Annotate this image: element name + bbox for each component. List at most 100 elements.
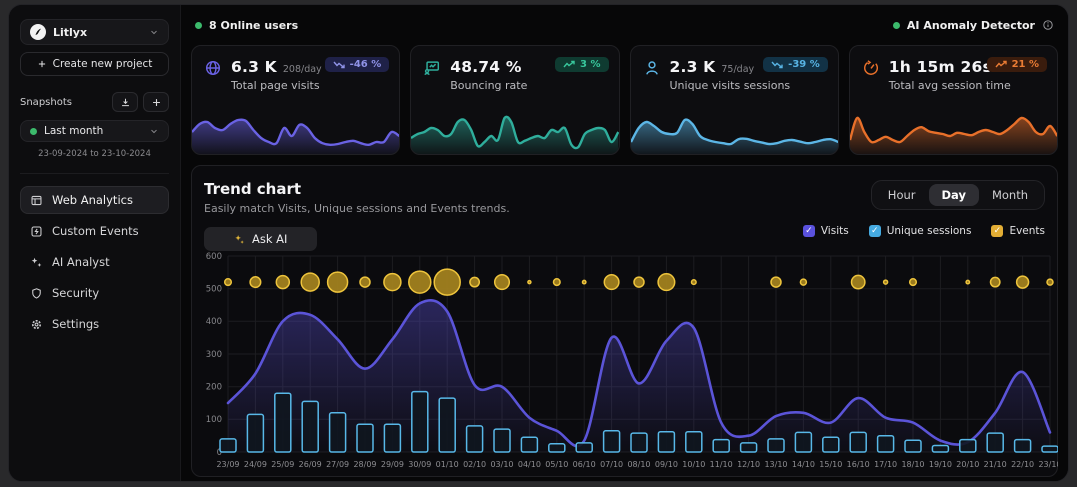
trend-down-icon [771, 60, 783, 69]
svg-text:23/09: 23/09 [216, 460, 239, 469]
stat-value: 6.3 K [231, 58, 277, 76]
svg-text:01/10: 01/10 [436, 460, 459, 469]
sidebar-item-label: Security [52, 286, 99, 300]
range-hour-button[interactable]: Hour [875, 184, 929, 206]
svg-text:05/10: 05/10 [545, 460, 568, 469]
trend-badge: -39 % [763, 57, 828, 72]
trend-up-icon [563, 60, 575, 69]
svg-text:19/10: 19/10 [929, 460, 952, 469]
legend-label: Unique sessions [887, 225, 972, 237]
svg-text:26/09: 26/09 [299, 460, 322, 469]
chart-legend: ✓ Visits ✓ Unique sessions ✓ Events [803, 225, 1045, 237]
checkbox-checked-icon[interactable]: ✓ [803, 225, 815, 237]
app-window: Litlyx Create new project Snapshots Last… [8, 4, 1069, 482]
info-icon[interactable] [1042, 19, 1054, 31]
ai-anomaly-detector[interactable]: AI Anomaly Detector [893, 19, 1054, 32]
stat-label: Unique visits sessions [670, 79, 791, 92]
trend-chart-panel: Trend chart Easily match Visits, Unique … [191, 165, 1058, 477]
snapshot-range-selector[interactable]: Last month [20, 120, 169, 142]
browser-window-icon [30, 194, 43, 207]
sparkline-chart [411, 108, 618, 154]
trend-badge: 21 % [987, 57, 1047, 72]
svg-text:06/10: 06/10 [573, 460, 596, 469]
add-snapshot-button[interactable] [143, 92, 169, 112]
project-selector[interactable]: Litlyx [20, 19, 169, 45]
stat-card-total-page-visits: -46 % 6.3 K 208/day Total page visits [191, 45, 400, 155]
stat-card-avg-session-time: 21 % 1h 15m 26s Total avg session time [849, 45, 1058, 155]
sidebar-item-label: Web Analytics [52, 193, 133, 207]
sidebar-nav: Web Analytics Custom Events AI Analyst S… [20, 173, 169, 338]
svg-text:27/09: 27/09 [326, 460, 349, 469]
litlyx-logo-icon [30, 24, 46, 40]
checkbox-checked-icon[interactable]: ✓ [991, 225, 1003, 237]
svg-text:18/10: 18/10 [901, 460, 924, 469]
badge-value: 21 % [1012, 59, 1039, 70]
svg-text:12/10: 12/10 [737, 460, 760, 469]
badge-value: -46 % [350, 59, 382, 70]
legend-label: Events [1009, 225, 1045, 237]
create-project-label: Create new project [53, 58, 153, 70]
plus-icon [151, 97, 162, 108]
badge-value: 3 % [580, 59, 600, 70]
anomaly-detector-label: AI Anomaly Detector [907, 19, 1035, 32]
checkbox-checked-icon[interactable]: ✓ [869, 225, 881, 237]
stat-value: 2.3 K [670, 58, 716, 76]
legend-visits[interactable]: ✓ Visits [803, 225, 849, 237]
timer-icon [862, 59, 880, 92]
stat-value: 48.74 % [450, 58, 521, 76]
legend-unique-sessions[interactable]: ✓ Unique sessions [869, 225, 972, 237]
sidebar: Litlyx Create new project Snapshots Last… [9, 5, 181, 481]
stat-per-day: 208/day [283, 64, 322, 75]
sidebar-item-label: Custom Events [52, 224, 139, 238]
download-icon [120, 97, 131, 108]
sparkles-icon [30, 256, 43, 269]
legend-events[interactable]: ✓ Events [991, 225, 1045, 237]
user-icon [643, 59, 661, 92]
sidebar-item-security[interactable]: Security [20, 279, 169, 307]
square-bolt-icon [30, 225, 43, 238]
create-new-project-button[interactable]: Create new project [20, 52, 169, 76]
svg-text:100: 100 [206, 415, 222, 425]
sparkline-chart [631, 108, 838, 154]
svg-text:02/10: 02/10 [463, 460, 486, 469]
globe-icon [204, 59, 222, 92]
sidebar-item-settings[interactable]: Settings [20, 310, 169, 338]
online-users: 8 Online users [195, 19, 298, 32]
sidebar-item-web-analytics[interactable]: Web Analytics [20, 186, 169, 214]
svg-text:17/10: 17/10 [874, 460, 897, 469]
sidebar-item-ai-analyst[interactable]: AI Analyst [20, 248, 169, 276]
download-snapshot-button[interactable] [112, 92, 138, 112]
svg-text:200: 200 [206, 383, 222, 393]
range-day-button[interactable]: Day [929, 184, 979, 206]
sparkline-chart [192, 108, 399, 154]
trend-chart-title: Trend chart [204, 180, 510, 198]
legend-label: Visits [821, 225, 849, 237]
gear-icon [30, 318, 43, 331]
chevron-down-icon [149, 27, 159, 37]
snapshots-title: Snapshots [20, 97, 107, 108]
topbar: 8 Online users AI Anomaly Detector [191, 5, 1058, 45]
trend-chart-canvas[interactable]: 010020030040050060023/0924/0925/0926/092… [198, 242, 1058, 474]
svg-text:22/10: 22/10 [1011, 460, 1034, 469]
svg-text:08/10: 08/10 [627, 460, 650, 469]
project-name: Litlyx [53, 26, 142, 39]
sparkline-chart [850, 108, 1057, 154]
svg-text:24/09: 24/09 [244, 460, 267, 469]
stat-cards: -46 % 6.3 K 208/day Total page visits [191, 45, 1058, 155]
sidebar-item-custom-events[interactable]: Custom Events [20, 217, 169, 245]
svg-text:300: 300 [206, 350, 222, 360]
range-month-button[interactable]: Month [979, 184, 1041, 206]
anomaly-status-dot [893, 22, 900, 29]
stat-card-unique-visits: -39 % 2.3 K 75/day Unique visits session… [630, 45, 839, 155]
snapshot-selected: Last month [44, 125, 142, 137]
snapshot-date-range: 23-09-2024 to 23-10-2024 [20, 149, 169, 159]
svg-text:11/10: 11/10 [710, 460, 733, 469]
snapshot-status-dot [30, 128, 37, 135]
svg-text:21/10: 21/10 [984, 460, 1007, 469]
stat-card-bouncing-rate: 3 % 48.74 % Bouncing rate [410, 45, 619, 155]
svg-text:10/10: 10/10 [682, 460, 705, 469]
sidebar-item-label: Settings [52, 317, 99, 331]
svg-text:29/09: 29/09 [381, 460, 404, 469]
svg-text:13/10: 13/10 [764, 460, 787, 469]
svg-text:28/09: 28/09 [353, 460, 376, 469]
